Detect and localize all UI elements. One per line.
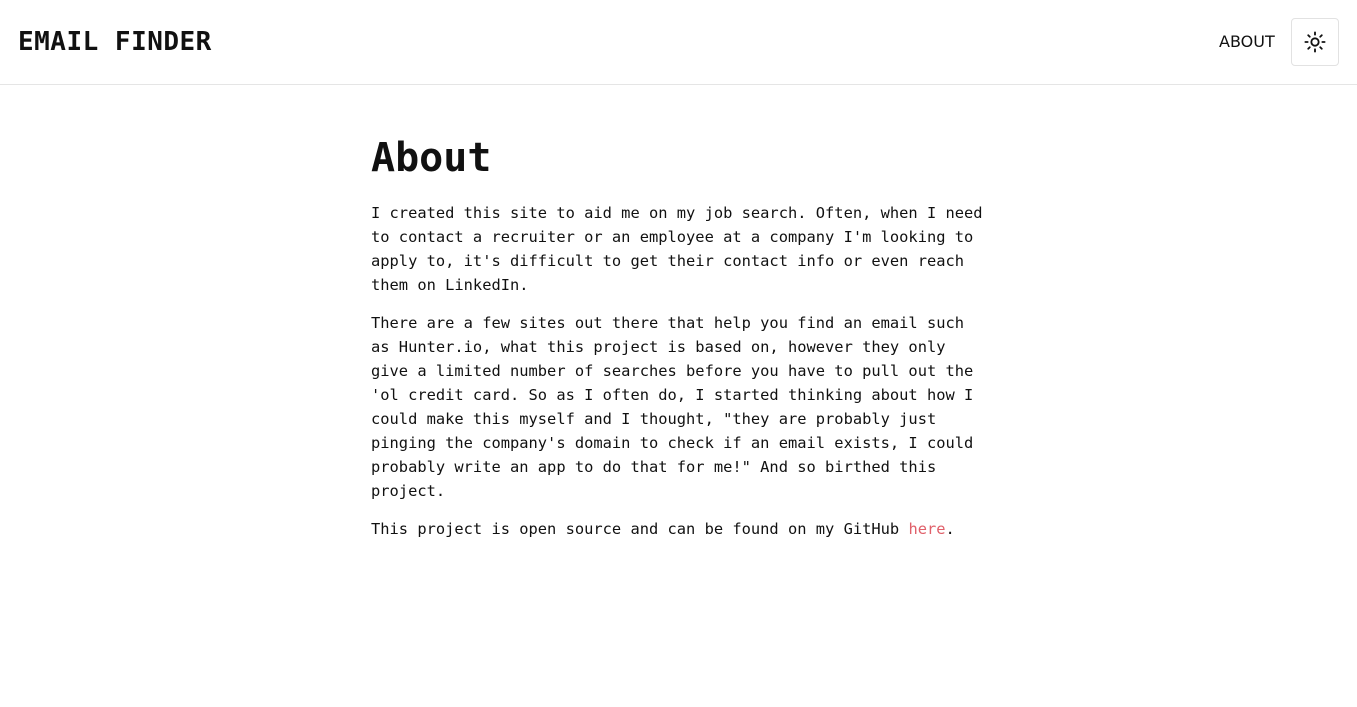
github-here-link[interactable]: here [908, 520, 945, 538]
paragraph-3-period: . [945, 520, 955, 538]
paragraph-3-text: This project is open source and can be f… [371, 520, 909, 538]
about-content: About I created this site to aid me on m… [371, 130, 991, 541]
brand-logo-link[interactable]: EMAIL FINDER [18, 24, 212, 60]
theme-toggle-button[interactable] [1291, 18, 1339, 66]
page-title: About [371, 135, 492, 181]
site-header: EMAIL FINDER ABOUT [0, 0, 1357, 85]
about-paragraph-1: I created this site to aid me on my job … [371, 204, 983, 294]
nav-about-link[interactable]: ABOUT [1219, 31, 1275, 53]
sun-icon [1304, 31, 1326, 53]
about-paragraph-2: There are a few sites out there that hel… [371, 314, 974, 500]
about-paragraph-3: This project is open source and can be f… [371, 517, 991, 541]
